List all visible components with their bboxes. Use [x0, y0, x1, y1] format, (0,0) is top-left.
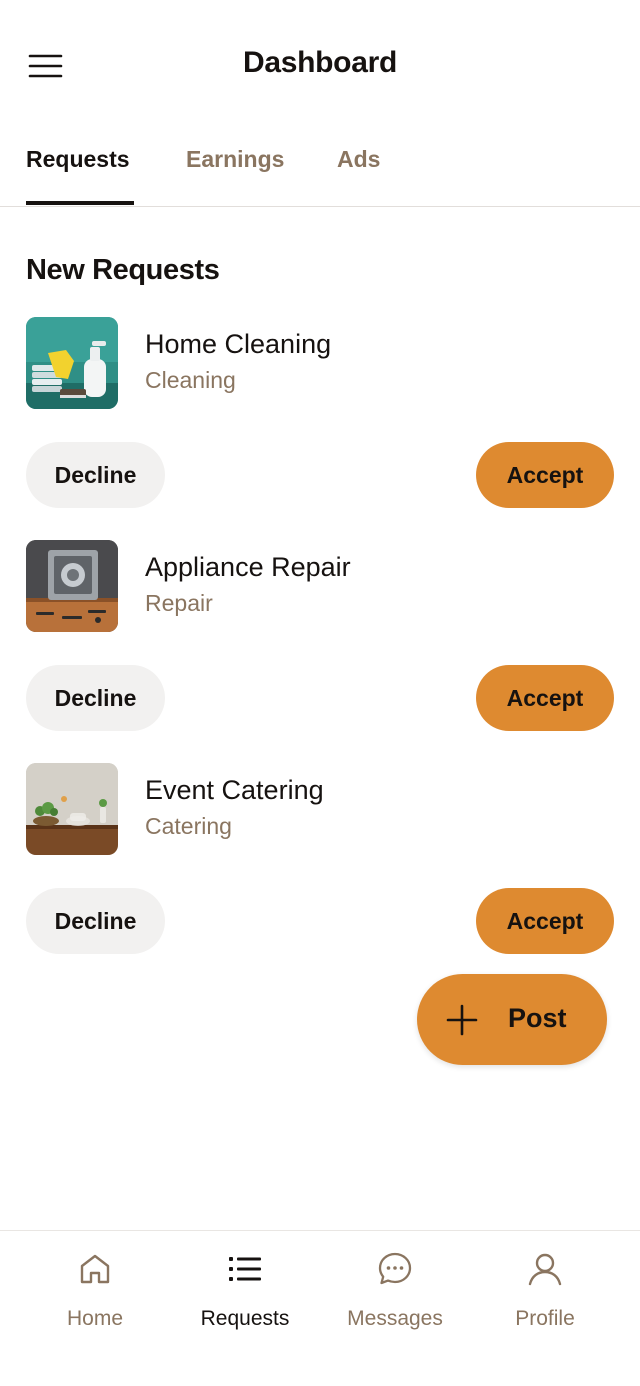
catering-table-photo — [26, 763, 118, 855]
nav-item-requests[interactable]: Requests — [170, 1231, 320, 1351]
request-category: Repair — [145, 590, 213, 616]
nav-item-messages[interactable]: Messages — [320, 1231, 470, 1351]
section-title: New Requests — [26, 254, 220, 286]
nav-item-home[interactable]: Home — [20, 1231, 170, 1351]
request-category: Catering — [145, 813, 232, 839]
post-button[interactable]: Post — [417, 974, 607, 1065]
post-button-label: Post — [508, 1003, 567, 1033]
tab-bar: Requests Earnings Ads — [0, 132, 640, 207]
list-icon — [227, 1251, 263, 1287]
request-item: Event Catering Catering Decline Accept — [0, 763, 640, 986]
header: Dashboard — [0, 0, 640, 132]
appliance-repair-photo — [26, 540, 118, 632]
user-icon — [527, 1251, 563, 1287]
decline-button[interactable]: Decline — [26, 442, 165, 508]
request-item: Appliance Repair Repair Decline Accept — [0, 540, 640, 763]
page-title: Dashboard — [243, 46, 397, 79]
request-category: Cleaning — [145, 367, 236, 393]
nav-label: Requests — [200, 1307, 290, 1330]
tab-ads[interactable]: Ads — [337, 146, 380, 204]
request-title: Event Catering — [145, 775, 324, 805]
request-title: Home Cleaning — [145, 329, 332, 359]
decline-button[interactable]: Decline — [26, 888, 165, 954]
cleaning-supplies-photo — [26, 317, 118, 409]
app-screen: Dashboard Requests Earnings Ads New Requ… — [0, 0, 640, 1386]
nav-label: Profile — [515, 1307, 575, 1330]
accept-button[interactable]: Accept — [476, 442, 614, 508]
bottom-navigation: Home Requests Messages Profile — [0, 1230, 640, 1386]
tab-requests[interactable]: Requests — [26, 146, 134, 205]
tab-earnings[interactable]: Earnings — [186, 146, 284, 204]
home-icon — [77, 1251, 113, 1287]
chat-bubble-icon — [377, 1251, 413, 1287]
accept-button[interactable]: Accept — [476, 665, 614, 731]
request-item: Home Cleaning Cleaning Decline Accept — [0, 317, 640, 540]
decline-button[interactable]: Decline — [26, 665, 165, 731]
nav-label: Messages — [347, 1307, 443, 1330]
request-title: Appliance Repair — [145, 552, 351, 582]
nav-label: Home — [66, 1307, 124, 1330]
accept-button[interactable]: Accept — [476, 888, 614, 954]
nav-item-profile[interactable]: Profile — [470, 1231, 620, 1351]
plus-icon — [445, 1003, 479, 1037]
